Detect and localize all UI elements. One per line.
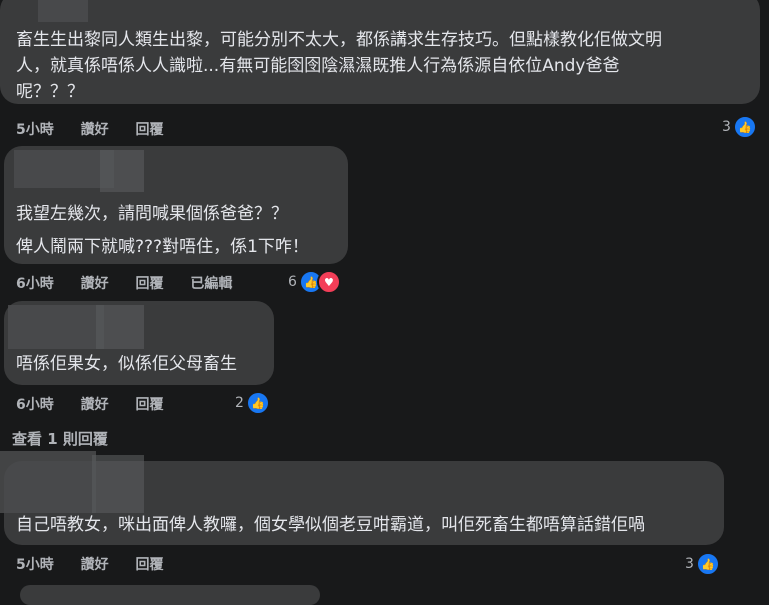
comment-actions: 5小時 讚好 回覆 <box>16 554 186 574</box>
comment-actions: 6小時 讚好 回覆 已編輯 <box>16 273 254 293</box>
reaction-count[interactable]: 3 👍 <box>685 552 720 576</box>
redacted-name <box>14 150 114 188</box>
reaction-count[interactable]: 3 👍 <box>722 115 757 139</box>
reply-button[interactable]: 回覆 <box>136 276 164 292</box>
like-button[interactable]: 讚好 <box>81 122 109 138</box>
timestamp[interactable]: 6小時 <box>16 397 54 413</box>
reaction-count[interactable]: 6 👍 ♥ <box>288 270 341 294</box>
redacted-name <box>38 0 88 22</box>
redacted-name <box>0 451 96 513</box>
comment-text: 唔係佢果女，似係佢父母畜生 <box>16 354 237 374</box>
redacted-name <box>96 305 144 349</box>
edited-label: 已編輯 <box>190 276 233 292</box>
comment-text: 畜生生出黎同人類生出黎，可能分別不太大，都係講求生存技巧。但點樣教化佢做文明 人… <box>16 30 662 102</box>
redacted-name <box>8 305 104 349</box>
reaction-count[interactable]: 2 👍 <box>235 391 270 415</box>
like-button[interactable]: 讚好 <box>81 276 109 292</box>
comment-text: 自己唔教女，咪出面俾人教囉，個女學似個老豆咁霸道，叫佢死畜生都唔算話錯佢喎 <box>16 515 645 535</box>
view-replies-link[interactable]: 查看 1 則回覆 <box>12 428 108 449</box>
comment-actions: 6小時 讚好 回覆 <box>16 394 186 414</box>
reply-button[interactable]: 回覆 <box>136 122 164 138</box>
thumbs-up-icon: 👍 <box>695 552 720 576</box>
reaction-number: 6 <box>288 274 297 290</box>
timestamp[interactable]: 5小時 <box>16 557 54 573</box>
like-button[interactable]: 讚好 <box>81 397 109 413</box>
heart-icon: ♥ <box>316 270 341 294</box>
next-comment-bubble <box>20 585 320 605</box>
comment-actions: 5小時 讚好 回覆 <box>16 119 186 139</box>
like-button[interactable]: 讚好 <box>81 557 109 573</box>
reaction-number: 3 <box>722 119 731 135</box>
reaction-number: 3 <box>685 556 694 572</box>
reaction-number: 2 <box>235 395 244 411</box>
redacted-name <box>100 150 144 192</box>
comment-text: 我望左幾次，請問喊果個係爸爸？？ 俾人鬧兩下就喊???對唔住，係1下咋！ <box>16 204 309 257</box>
thumbs-up-icon: 👍 <box>245 391 270 415</box>
thumbs-up-icon: 👍 <box>732 115 757 139</box>
reply-button[interactable]: 回覆 <box>136 397 164 413</box>
redacted-name <box>92 455 144 513</box>
timestamp[interactable]: 5小時 <box>16 122 54 138</box>
reply-button[interactable]: 回覆 <box>136 557 164 573</box>
timestamp[interactable]: 6小時 <box>16 276 54 292</box>
